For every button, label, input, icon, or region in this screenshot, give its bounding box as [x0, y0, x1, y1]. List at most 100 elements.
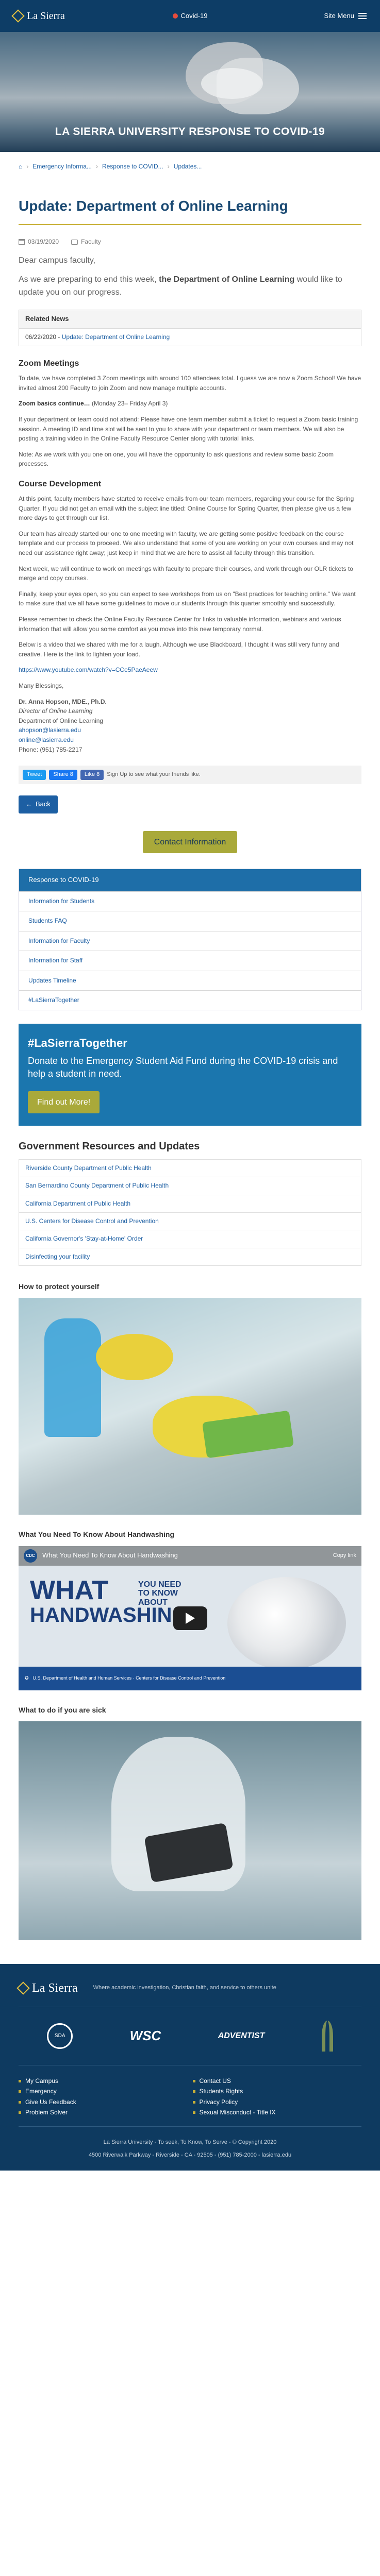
- arrow-left-icon: ←: [26, 800, 32, 808]
- footer-tagline: Where academic investigation, Christian …: [93, 1985, 276, 1991]
- breadcrumb: ⌂ › Emergency Informa... › Response to C…: [0, 152, 380, 181]
- article-category: Faculty: [81, 238, 101, 245]
- tweet-button[interactable]: Tweet: [23, 770, 46, 781]
- like-button[interactable]: Like 8: [80, 770, 104, 781]
- cleaning-image: [19, 1298, 361, 1515]
- signature: Dr. Anna Hopson, MDE., Ph.D. Director of…: [19, 697, 361, 755]
- signature-dept: Department of Online Learning: [19, 717, 104, 724]
- ribbon-icon: [321, 2020, 333, 2052]
- promo-title: #LaSierraTogether: [28, 1037, 127, 1050]
- gov-resource-item[interactable]: San Bernardino County Department of Publ…: [19, 1177, 361, 1195]
- site-menu-label: Site Menu: [324, 11, 354, 20]
- gov-resource-item[interactable]: California Governor's 'Stay-at-Home' Ord…: [19, 1230, 361, 1248]
- gov-resources-title: Government Resources and Updates: [19, 1140, 200, 1152]
- share-button[interactable]: Share 8: [49, 770, 77, 781]
- back-button[interactable]: ← Back: [19, 795, 58, 814]
- course-paragraph: Finally, keep your eyes open, so you can…: [19, 590, 356, 607]
- covid-nav-item[interactable]: Information for Faculty: [19, 930, 361, 951]
- breadcrumb-item[interactable]: Emergency Informa...: [32, 162, 92, 171]
- folder-icon: [71, 239, 78, 245]
- course-paragraph: At this point, faculty members have star…: [19, 495, 354, 522]
- gov-resources-list: Riverside County Department of Public He…: [19, 1159, 361, 1266]
- covid-label: Covid-19: [180, 11, 208, 20]
- sda-logo[interactable]: SDA: [47, 2023, 73, 2049]
- covid-nav-item[interactable]: #LaSierraTogether: [19, 990, 361, 1010]
- cdc-logo-icon: CDC: [24, 1549, 37, 1563]
- site-menu-button[interactable]: Site Menu: [324, 11, 367, 21]
- logo-mark-icon: [11, 9, 25, 23]
- footer-link[interactable]: Privacy Policy: [200, 2098, 238, 2107]
- home-icon[interactable]: ⌂: [19, 162, 22, 171]
- breadcrumb-item[interactable]: Response to COVID...: [102, 162, 163, 171]
- course-paragraph: Please remember to check the Online Facu…: [19, 616, 341, 633]
- footer-link[interactable]: Sexual Misconduct - Title IX: [200, 2108, 276, 2117]
- related-news: Related News 06/22/2020 - Update: Depart…: [19, 309, 361, 346]
- covid-nav-item[interactable]: Students FAQ: [19, 911, 361, 930]
- signature-email[interactable]: online@lasierra.edu: [19, 736, 74, 743]
- top-bar: La Sierra Covid-19 Site Menu: [0, 0, 380, 32]
- footer-link[interactable]: Emergency: [25, 2087, 57, 2096]
- hamburger-icon: [358, 13, 367, 19]
- course-paragraph: Below is a video that we shared with me …: [19, 641, 339, 658]
- greeting: Dear campus faculty,: [19, 256, 96, 265]
- footer-logo[interactable]: La Sierra: [16, 1979, 78, 1997]
- signature-email[interactable]: ahopson@lasierra.edu: [19, 726, 81, 734]
- find-out-more-button[interactable]: Find out More!: [28, 1091, 100, 1113]
- site-logo[interactable]: La Sierra: [11, 9, 65, 24]
- copy-link-button[interactable]: Copy link: [333, 1552, 356, 1560]
- hero-title: LA SIERRA UNIVERSITY RESPONSE TO COVID-1…: [55, 125, 325, 138]
- play-icon[interactable]: [173, 1606, 207, 1630]
- covid-nav: Response to COVID-19 Information for Stu…: [19, 869, 361, 1011]
- related-news-item: 06/22/2020 - Update: Department of Onlin…: [25, 333, 170, 341]
- covid-link[interactable]: Covid-19: [172, 11, 208, 21]
- zoom-heading: Zoom Meetings: [19, 359, 79, 368]
- footer-motto: La Sierra University - To seek, To Know,…: [103, 2139, 277, 2146]
- social-share-bar: Tweet Share 8 Like 8 Sign Up to see what…: [19, 766, 361, 785]
- gov-resource-item[interactable]: California Department of Public Health: [19, 1195, 361, 1213]
- related-news-link[interactable]: Update: Department of Online Learning: [62, 333, 170, 341]
- gov-resource-item[interactable]: U.S. Centers for Disease Control and Pre…: [19, 1212, 361, 1231]
- course-heading: Course Development: [19, 479, 102, 488]
- handwash-title: What You Need To Know About Handwashing: [19, 1530, 175, 1539]
- sick-image: [19, 1721, 361, 1941]
- hero-banner: LA SIERRA UNIVERSITY RESPONSE TO COVID-1…: [0, 32, 380, 152]
- related-news-title: Related News: [19, 310, 361, 329]
- page-title: Update: Department of Online Learning: [19, 196, 361, 225]
- footer-link[interactable]: Problem Solver: [25, 2108, 68, 2117]
- signature-title: Director of Online Learning: [19, 707, 93, 715]
- footer-link[interactable]: Contact US: [200, 2077, 231, 2086]
- footer-links: My Campus Contact US Emergency Students …: [19, 2065, 361, 2127]
- protect-title: How to protect yourself: [19, 1282, 100, 1291]
- logo-text: La Sierra: [27, 10, 65, 22]
- sick-title: What to do if you are sick: [19, 1705, 106, 1714]
- affiliation-logos: SDA WSC ADVENTIST: [19, 2007, 361, 2065]
- course-paragraph: Next week, we will continue to work on m…: [19, 565, 353, 582]
- adventist-logo[interactable]: ADVENTIST: [218, 2030, 265, 2042]
- article-meta: 03/19/2020 Faculty: [19, 238, 361, 246]
- gov-resource-item[interactable]: Riverside County Department of Public He…: [19, 1159, 361, 1178]
- covid-nav-item[interactable]: Information for Students: [19, 891, 361, 911]
- course-paragraph: Our team has already started our one to …: [19, 530, 354, 557]
- lead-paragraph: As we are preparing to end this week, th…: [19, 275, 342, 297]
- contact-info-button[interactable]: Contact Information: [142, 831, 238, 854]
- video-link[interactable]: https://www.youtube.com/watch?v=CCe5PaeA…: [19, 666, 158, 673]
- video-title: What You Need To Know About Handwashing: [42, 1551, 178, 1560]
- handwashing-video[interactable]: CDC What You Need To Know About Handwash…: [19, 1546, 361, 1690]
- zoom-paragraph: Note: As we work with you one on one, yo…: [19, 450, 334, 468]
- promo-text: Donate to the Emergency Student Aid Fund…: [28, 1056, 338, 1079]
- covid-nav-item[interactable]: Updates Timeline: [19, 970, 361, 990]
- social-note: Sign Up to see what your friends like.: [107, 771, 201, 778]
- covid-nav-item[interactable]: Information for Staff: [19, 951, 361, 970]
- wsc-logo[interactable]: WSC: [130, 2026, 161, 2046]
- footer-bottom: La Sierra University - To seek, To Know,…: [19, 2126, 361, 2161]
- breadcrumb-item[interactable]: Updates...: [174, 162, 202, 171]
- zoom-paragraph: Zoom basics continue… (Monday 23– Friday…: [19, 400, 168, 408]
- footer-link[interactable]: My Campus: [25, 2077, 58, 2086]
- footer-link[interactable]: Students Rights: [200, 2087, 243, 2096]
- site-footer: La Sierra Where academic investigation, …: [0, 1964, 380, 2171]
- covid-nav-head[interactable]: Response to COVID-19: [19, 869, 361, 891]
- gov-resource-item[interactable]: Disinfecting your facility: [19, 1248, 361, 1266]
- hhs-logo-icon: ✪: [25, 1675, 29, 1681]
- signature-phone: Phone: (951) 785-2217: [19, 745, 82, 753]
- footer-link[interactable]: Give Us Feedback: [25, 2098, 76, 2107]
